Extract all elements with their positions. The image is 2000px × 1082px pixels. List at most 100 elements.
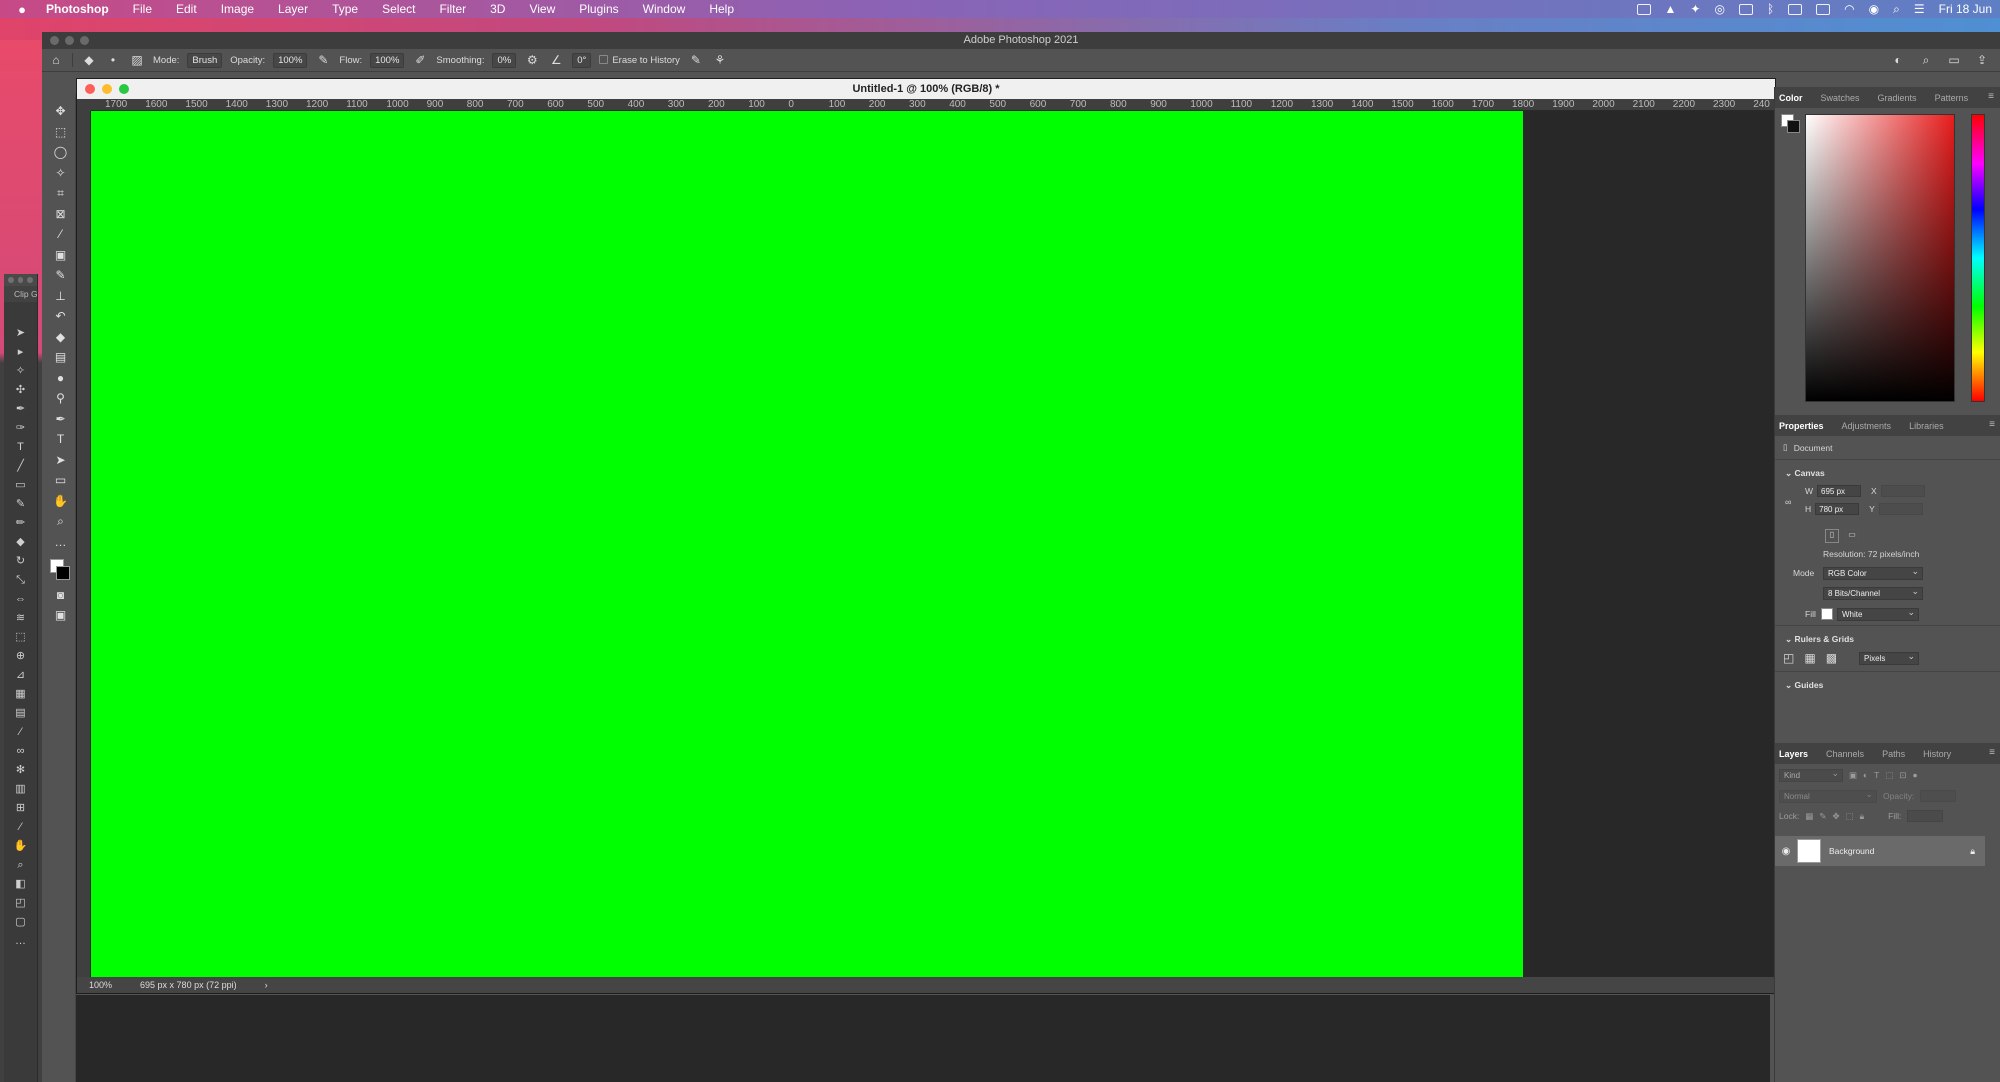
type-icon[interactable]: T	[14, 440, 28, 454]
document-info[interactable]: 695 px x 780 px (72 ppi)	[140, 977, 237, 993]
pressure-size-icon[interactable]: ✎	[688, 53, 704, 67]
status-arrow-icon[interactable]: ›	[265, 977, 268, 993]
pressure-opacity-icon[interactable]: ✎	[315, 53, 331, 67]
zoom-document-button[interactable]	[119, 84, 129, 94]
mesh-icon[interactable]: ▦	[14, 687, 28, 701]
scale-icon[interactable]: ⤡	[14, 573, 28, 587]
background-color-chip[interactable]	[1787, 120, 1800, 133]
line-icon[interactable]: ╱	[14, 459, 28, 473]
ruler-origin[interactable]	[77, 99, 91, 111]
menu-window[interactable]: Window	[631, 2, 698, 16]
workspace-icon[interactable]: ▭	[1946, 53, 1962, 67]
quick-mask-icon[interactable]: ◙	[53, 588, 69, 602]
zoom-level[interactable]: 100%	[89, 977, 112, 993]
lock-pixels-icon[interactable]: ✎	[1819, 811, 1826, 822]
spotlight-search-icon[interactable]: ⌕	[1893, 2, 1900, 17]
rulers-grids-header[interactable]: ⌄ Rulers & Grids	[1775, 625, 2000, 645]
wifi-icon[interactable]: ◠	[1844, 2, 1854, 16]
more-tools-icon[interactable]: …	[53, 535, 69, 549]
dodge-tool-icon[interactable]: ⚲	[53, 391, 69, 405]
screen-mode-icon[interactable]: ▣	[53, 608, 69, 622]
eraser-tool-icon[interactable]: ◆	[53, 330, 69, 344]
wand-icon[interactable]: ✧	[14, 364, 28, 378]
learn-icon[interactable]: ◐	[1890, 53, 1906, 67]
symbol-sprayer-icon[interactable]: ✻	[14, 763, 28, 777]
warp-icon[interactable]: ≋	[14, 611, 28, 625]
menu-3d[interactable]: 3D	[478, 2, 517, 16]
width-icon[interactable]: ⇔	[14, 592, 28, 606]
menu-filter[interactable]: Filter	[427, 2, 478, 16]
lock-all-icon[interactable]: 🔒︎	[1860, 811, 1865, 822]
clip-group-tab[interactable]: Clip Gro	[4, 286, 37, 302]
menu-edit[interactable]: Edit	[164, 2, 209, 16]
color-mode-dropdown[interactable]: RGB Color	[1823, 565, 1923, 580]
guides-header[interactable]: ⌄ Guides	[1775, 671, 2000, 691]
filter-shape-icon[interactable]: ⬚	[1885, 770, 1893, 781]
fill-color-chip[interactable]	[1821, 608, 1833, 620]
eraser-tool-preset-icon[interactable]: ◆	[81, 53, 97, 67]
select-icon[interactable]: ✣	[14, 383, 28, 397]
move-tool-icon[interactable]: ✥	[53, 104, 69, 118]
hand-tool-icon[interactable]: ✋	[53, 494, 69, 508]
bit-depth-dropdown[interactable]: 8 Bits/Channel	[1823, 585, 1923, 600]
shape-builder-icon[interactable]: ⊕	[14, 649, 28, 663]
horizontal-ruler[interactable]: 1700 1600 1500 1400 1300 1200 1100 1000 900 800 70…	[91, 99, 1777, 111]
pen-icon[interactable]: ✒	[14, 402, 28, 416]
canvas-section-header[interactable]: ⌄ Canvas	[1775, 460, 2000, 479]
hand-icon[interactable]: ✋	[14, 839, 28, 853]
crop-tool-icon[interactable]: ⌗	[53, 186, 69, 200]
tab-patterns[interactable]: Patterns	[1935, 93, 1969, 103]
screen-mode-icon[interactable]: ▢	[14, 915, 28, 929]
paintbrush-icon[interactable]: ✎	[14, 497, 28, 511]
menu-view[interactable]: View	[517, 2, 567, 16]
minimize-window-button[interactable]	[65, 36, 74, 45]
tab-swatches[interactable]: Swatches	[1821, 93, 1860, 103]
home-icon[interactable]: ⌂	[48, 53, 64, 67]
lock-transparent-icon[interactable]: ▦	[1805, 811, 1813, 822]
fill-stroke-icon[interactable]: ◧	[14, 877, 28, 891]
units-dropdown[interactable]: Pixels	[1859, 650, 1920, 665]
tab-channels[interactable]: Channels	[1826, 749, 1864, 759]
tab-gradients[interactable]: Gradients	[1878, 93, 1917, 103]
landscape-icon[interactable]: ▭	[1845, 529, 1859, 543]
menubar-date[interactable]: Fri 18 Jun	[1939, 2, 1992, 16]
zoom-tool-icon[interactable]: ⌕	[53, 514, 69, 528]
tab-history[interactable]: History	[1923, 749, 1951, 759]
menu-file[interactable]: File	[121, 2, 164, 16]
marquee-tool-icon[interactable]: ⬚	[53, 125, 69, 139]
color-picker-field[interactable]	[1805, 114, 1955, 402]
symmetry-icon[interactable]: ⚘	[712, 53, 728, 67]
battery-icon[interactable]	[1816, 3, 1831, 15]
layer-opacity-field[interactable]	[1920, 790, 1957, 802]
panel-menu-icon[interactable]: ≡	[1988, 91, 1994, 102]
y-field[interactable]	[1878, 503, 1923, 515]
gradient-icon[interactable]: ▤	[14, 706, 28, 720]
blend-mode-dropdown[interactable]: Normal	[1779, 788, 1877, 803]
magic-wand-tool-icon[interactable]: ✧	[53, 166, 69, 180]
gradient-tool-icon[interactable]: ▤	[53, 350, 69, 364]
link-icon[interactable]: ∞	[1785, 497, 1791, 507]
minimize-document-button[interactable]	[102, 84, 112, 94]
user-icon[interactable]: ◉	[1869, 2, 1879, 16]
close-window-button[interactable]	[50, 36, 59, 45]
slice-icon[interactable]: ⁄	[14, 820, 28, 834]
color-swatches[interactable]	[49, 559, 72, 581]
color-chips[interactable]	[1781, 114, 1801, 134]
hue-slider[interactable]	[1971, 114, 1985, 402]
filter-pixel-icon[interactable]: ▣	[1849, 770, 1857, 781]
filter-toggle-icon[interactable]: ●	[1913, 770, 1918, 780]
healing-brush-tool-icon[interactable]: ▣	[53, 248, 69, 262]
canvas[interactable]	[91, 111, 1523, 979]
erase-to-history-option[interactable]: Erase to History	[599, 55, 680, 66]
filter-smart-object-icon[interactable]: ⊡	[1899, 770, 1906, 781]
opacity-field[interactable]: 100%	[273, 52, 308, 68]
lock-position-icon[interactable]: ✥	[1832, 811, 1839, 822]
keyboard-icon[interactable]	[1788, 3, 1803, 15]
canvas-area[interactable]	[91, 111, 1777, 979]
grid-icon[interactable]: ▦	[1804, 651, 1815, 665]
brush-size-icon[interactable]: •	[105, 53, 121, 67]
eyedropper-tool-icon[interactable]: ⁄	[53, 227, 69, 241]
stamp-tool-icon[interactable]: ⊥	[53, 289, 69, 303]
panel-menu-icon[interactable]: ≡	[1989, 419, 1995, 430]
pencil-icon[interactable]: ✏	[14, 516, 28, 530]
